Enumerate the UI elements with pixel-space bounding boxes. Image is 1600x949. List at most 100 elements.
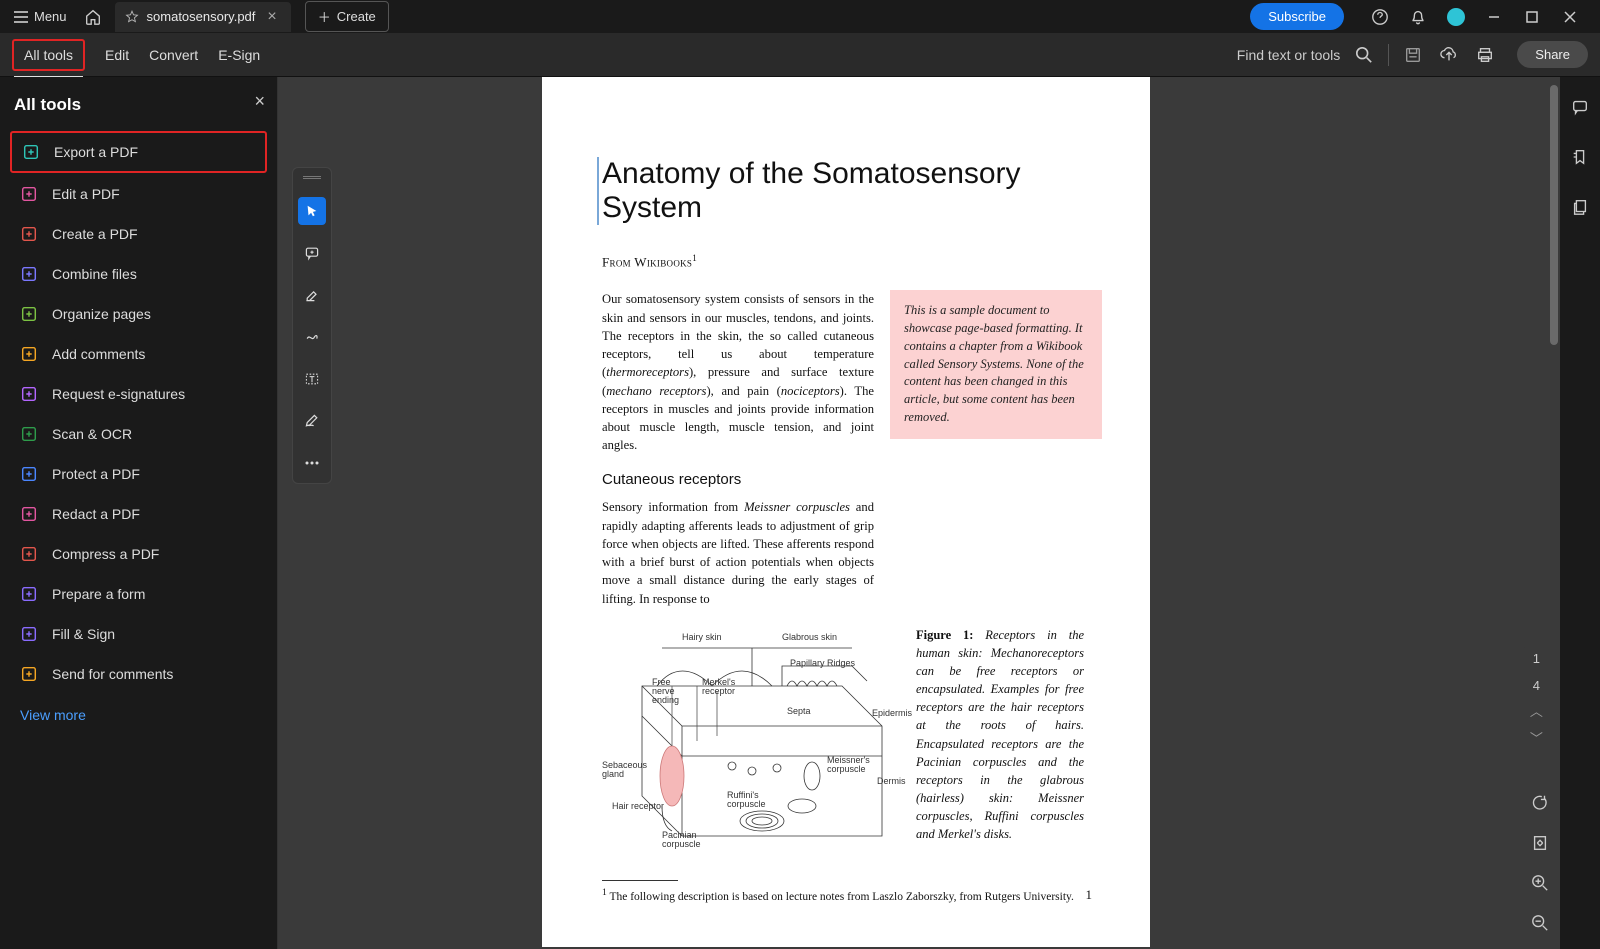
fig-label: Merkel's receptor [702, 678, 742, 696]
text-tool-icon[interactable] [298, 365, 326, 393]
subtitle: From Wikibooks1 [602, 253, 1102, 270]
heading-cutaneous: Cutaneous receptors [602, 469, 874, 491]
tool-edit-a-pdf[interactable]: Edit a PDF [10, 175, 267, 213]
tool-label: Add comments [52, 346, 145, 362]
tool-scan-ocr[interactable]: Scan & OCR [10, 415, 267, 453]
tool-label: Organize pages [52, 306, 151, 322]
tool-compress-a-pdf[interactable]: Compress a PDF [10, 535, 267, 573]
tool-icon [20, 465, 38, 483]
tool-request-e-signatures[interactable]: Request e-signatures [10, 375, 267, 413]
minimize-icon[interactable] [1482, 5, 1506, 29]
tool-label: Redact a PDF [52, 506, 140, 522]
panel-title: All tools [10, 89, 267, 131]
comments-panel-icon[interactable] [1568, 95, 1592, 119]
prev-page-icon[interactable]: ︿ [1530, 701, 1543, 720]
tool-icon [20, 625, 38, 643]
rotate-icon[interactable] [1528, 791, 1552, 815]
tool-prepare-a-form[interactable]: Prepare a form [10, 575, 267, 613]
tool-icon [20, 545, 38, 563]
zoom-in-icon[interactable] [1528, 871, 1552, 895]
plus-icon: ＋ [318, 7, 331, 26]
fig-label: Hair receptor [612, 801, 664, 811]
tab-convert[interactable]: Convert [149, 39, 198, 71]
close-panel-icon[interactable]: × [254, 91, 265, 112]
bookmarks-panel-icon[interactable] [1568, 145, 1592, 169]
fig-label: Ruffini's corpuscle [727, 791, 767, 809]
tool-label: Edit a PDF [52, 186, 120, 202]
document-tab[interactable]: somatosensory.pdf × [115, 2, 291, 32]
tool-icon [20, 225, 38, 243]
print-icon[interactable] [1473, 43, 1497, 67]
tool-label: Fill & Sign [52, 626, 115, 642]
menu-button[interactable]: Menu [4, 3, 77, 30]
close-tab-icon[interactable]: × [263, 8, 280, 26]
fit-page-icon[interactable] [1528, 831, 1552, 855]
tool-redact-a-pdf[interactable]: Redact a PDF [10, 495, 267, 533]
sign-tool-icon[interactable] [298, 407, 326, 435]
tool-label: Request e-signatures [52, 386, 185, 402]
tool-create-a-pdf[interactable]: Create a PDF [10, 215, 267, 253]
upload-icon[interactable] [1437, 43, 1461, 67]
tool-icon [22, 143, 40, 161]
help-icon[interactable] [1368, 5, 1392, 29]
tab-title: somatosensory.pdf [147, 9, 256, 24]
tool-protect-a-pdf[interactable]: Protect a PDF [10, 455, 267, 493]
all-tools-panel: All tools × Export a PDF Edit a PDF Create… [0, 77, 278, 949]
tool-add-comments[interactable]: Add comments [10, 335, 267, 373]
star-icon[interactable] [125, 10, 139, 24]
comment-tool-icon[interactable] [298, 239, 326, 267]
next-page-icon[interactable]: ﹀ [1530, 728, 1543, 747]
figure-1: Hairy skin Glabrous skin Papillary Ridge… [602, 626, 902, 866]
pdf-page: Anatomy of the Somatosensory System From… [542, 77, 1150, 947]
fig-label: Free nerve ending [652, 678, 692, 705]
tool-label: Send for comments [52, 666, 173, 682]
view-controls [1528, 791, 1552, 935]
tool-label: Scan & OCR [52, 426, 132, 442]
tool-fill-sign[interactable]: Fill & Sign [10, 615, 267, 653]
more-tools-icon[interactable] [298, 449, 326, 477]
page-number: 1 [1086, 887, 1093, 903]
right-rail [1560, 77, 1600, 949]
zoom-out-icon[interactable] [1528, 911, 1552, 935]
body-paragraph-1: Our somatosensory system consists of sen… [602, 290, 874, 608]
quick-tools [292, 167, 332, 484]
tool-icon [20, 665, 38, 683]
current-page[interactable]: 1 [1523, 647, 1550, 670]
fig-label: Septa [787, 706, 811, 716]
tab-esign[interactable]: E-Sign [218, 39, 260, 71]
maximize-icon[interactable] [1520, 5, 1544, 29]
tool-label: Protect a PDF [52, 466, 140, 482]
find-label: Find text or tools [1237, 47, 1341, 63]
fig-label: Meissner's corpuscle [827, 756, 872, 774]
tab-all-tools[interactable]: All tools [12, 39, 85, 71]
tool-organize-pages[interactable]: Organize pages [10, 295, 267, 333]
view-more-link[interactable]: View more [10, 693, 267, 723]
highlight-tool-icon[interactable] [298, 281, 326, 309]
select-tool-icon[interactable] [298, 197, 326, 225]
footnote: 1 The following description is based on … [602, 887, 1102, 903]
tool-icon [20, 345, 38, 363]
tool-icon [20, 425, 38, 443]
close-window-icon[interactable] [1558, 5, 1582, 29]
drag-handle[interactable] [303, 176, 321, 179]
fig-label: Epidermis [872, 708, 912, 718]
create-button[interactable]: ＋ Create [305, 1, 389, 32]
tool-combine-files[interactable]: Combine files [10, 255, 267, 293]
save-icon[interactable] [1401, 43, 1425, 67]
profile-avatar[interactable] [1444, 5, 1468, 29]
share-button[interactable]: Share [1517, 41, 1588, 68]
fig-label: Hairy skin [682, 632, 722, 642]
bell-icon[interactable] [1406, 5, 1430, 29]
pages-panel-icon[interactable] [1568, 195, 1592, 219]
draw-tool-icon[interactable] [298, 323, 326, 351]
tool-icon [20, 385, 38, 403]
home-icon[interactable] [81, 5, 105, 29]
document-viewport[interactable]: Anatomy of the Somatosensory System From… [278, 77, 1560, 949]
tool-label: Prepare a form [52, 586, 145, 602]
tool-export-a-pdf[interactable]: Export a PDF [10, 131, 267, 173]
subscribe-button[interactable]: Subscribe [1250, 3, 1344, 30]
scrollbar[interactable] [1550, 85, 1558, 345]
tab-edit[interactable]: Edit [105, 39, 129, 71]
tool-send-for-comments[interactable]: Send for comments [10, 655, 267, 693]
search-icon[interactable] [1352, 43, 1376, 67]
